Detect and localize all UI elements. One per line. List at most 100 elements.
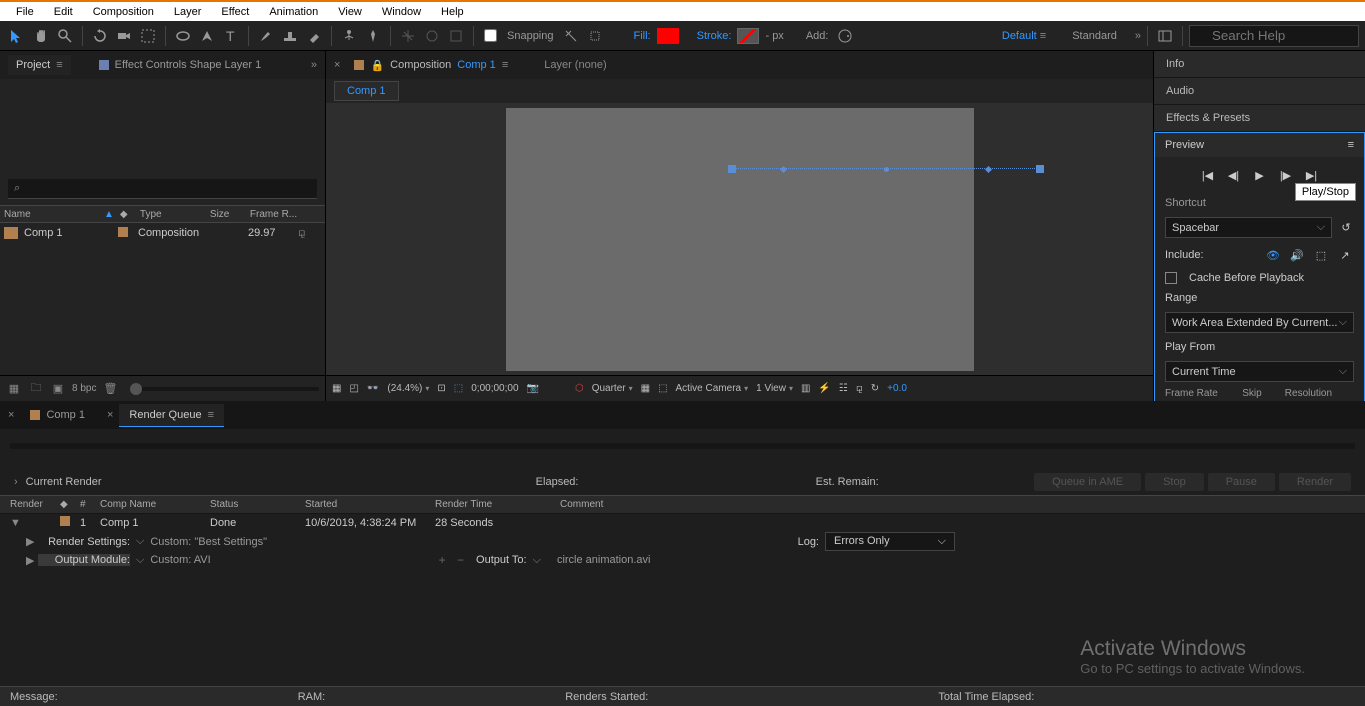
col-compname[interactable]: Comp Name — [100, 499, 210, 510]
clone-tool[interactable] — [279, 25, 301, 47]
close-tab-icon[interactable]: × — [334, 59, 340, 71]
fill-swatch[interactable] — [657, 28, 679, 44]
shape-handle-center[interactable] — [884, 167, 889, 172]
next-frame-button[interactable]: |▶ — [1278, 167, 1294, 183]
pause-button[interactable]: Pause — [1208, 473, 1275, 491]
quality-dropdown[interactable]: Quarter — [592, 383, 633, 394]
col-started[interactable]: Started — [305, 499, 435, 510]
workspace-standard[interactable]: Standard — [1060, 30, 1129, 42]
flowchart-icon[interactable]: ⚼ — [298, 227, 306, 240]
menu-help[interactable]: Help — [431, 4, 474, 20]
expand-current-icon[interactable]: › — [14, 476, 18, 488]
reset-shortcut-icon[interactable]: ↺ — [1338, 220, 1354, 236]
comp-new-icon[interactable]: ▣ — [50, 381, 66, 397]
project-search[interactable]: ⌕ — [8, 179, 317, 199]
render-queue-tab[interactable]: Render Queue ≡ — [119, 404, 224, 427]
first-frame-button[interactable]: |◀ — [1200, 167, 1216, 183]
menu-edit[interactable]: Edit — [44, 4, 83, 20]
timeline-icon[interactable]: ☷ — [839, 383, 848, 394]
grid-icon[interactable]: ▦ — [332, 383, 341, 394]
pin-tool[interactable] — [362, 25, 384, 47]
exposure-value[interactable]: +0.0 — [887, 383, 907, 394]
last-frame-button[interactable]: ▶| — [1304, 167, 1320, 183]
close-tab-icon[interactable]: × — [8, 409, 14, 421]
range-dropdown[interactable]: Work Area Extended By Current... — [1165, 312, 1354, 333]
composition-tab[interactable]: 🔒 Composition Comp 1 ≡ — [346, 55, 516, 76]
axis-tool-1[interactable] — [397, 25, 419, 47]
panel-overflow-icon[interactable]: » — [311, 59, 317, 71]
include-video-icon[interactable]: 👁 — [1264, 246, 1282, 264]
col-size[interactable]: Size — [210, 209, 250, 220]
3d-icon[interactable]: ⬚ — [658, 383, 667, 394]
log-dropdown[interactable]: Errors Only — [825, 532, 955, 551]
col-comment[interactable]: Comment — [560, 499, 660, 510]
zoom-dropdown[interactable]: (24.4%) — [387, 383, 429, 394]
add-remove-output-icon[interactable]: + − — [439, 553, 468, 567]
prev-frame-button[interactable]: ◀| — [1226, 167, 1242, 183]
expand-arrow-icon[interactable]: ▶ — [26, 554, 38, 567]
menu-layer[interactable]: Layer — [164, 4, 212, 20]
fill-label[interactable]: Fill: — [634, 30, 651, 42]
stroke-label[interactable]: Stroke: — [697, 30, 732, 42]
expand-arrow-icon[interactable]: ▼ — [10, 517, 22, 529]
project-item-row[interactable]: Comp 1 Composition 29.97 ⚼ — [0, 223, 325, 243]
comp-breadcrumb[interactable]: Comp 1 — [334, 81, 399, 101]
project-tab[interactable]: Project ≡ — [8, 55, 71, 75]
camera-dropdown[interactable]: Active Camera — [676, 383, 749, 394]
output-module-value[interactable]: Custom: AVI — [150, 554, 210, 566]
zoom-tool[interactable] — [54, 25, 76, 47]
col-status[interactable]: Status — [210, 499, 305, 510]
col-render[interactable]: Render — [10, 499, 60, 510]
timeline-tab-comp[interactable]: Comp 1 — [20, 404, 95, 426]
expand-arrow-icon[interactable]: ▶ — [26, 535, 38, 548]
play-button[interactable]: ▶ — [1252, 167, 1268, 183]
panel-menu-icon[interactable]: ≡ — [1348, 139, 1354, 151]
snapshot-icon[interactable]: 📷 — [527, 383, 539, 394]
pan-behind-tool[interactable] — [137, 25, 159, 47]
include-overlay-icon[interactable]: ⬚ — [1312, 246, 1330, 264]
playfrom-dropdown[interactable]: Current Time — [1165, 361, 1354, 382]
stop-button[interactable]: Stop — [1145, 473, 1204, 491]
puppet-tool[interactable] — [338, 25, 360, 47]
include-audio-icon[interactable]: 🔊 — [1288, 246, 1306, 264]
workspace-icon[interactable] — [1154, 25, 1176, 47]
pixel-aspect-icon[interactable]: ▥ — [801, 383, 810, 394]
cache-checkbox[interactable] — [1165, 272, 1177, 284]
col-name[interactable]: Name — [4, 209, 104, 220]
menu-effect[interactable]: Effect — [211, 4, 259, 20]
text-tool[interactable]: T — [220, 25, 242, 47]
col-tag-icon[interactable]: ◆ — [120, 209, 140, 220]
camera-tool[interactable] — [113, 25, 135, 47]
pen-tool[interactable] — [196, 25, 218, 47]
queue-ame-button[interactable]: Queue in AME — [1034, 473, 1141, 491]
menu-file[interactable]: File — [6, 4, 44, 20]
col-type[interactable]: Type — [140, 209, 210, 220]
snapping-checkbox[interactable] — [484, 29, 497, 42]
brush-tool[interactable] — [255, 25, 277, 47]
lock-icon[interactable]: 🔒 — [370, 59, 384, 72]
bpc-label[interactable]: 8 bpc — [72, 383, 96, 394]
menu-view[interactable]: View — [328, 4, 372, 20]
layer-tab[interactable]: Layer (none) — [536, 55, 614, 75]
col-num[interactable]: # — [80, 499, 100, 510]
composition-canvas[interactable] — [506, 108, 974, 371]
hand-tool[interactable] — [30, 25, 52, 47]
snap-opt-2[interactable] — [584, 25, 606, 47]
shape-tool[interactable] — [172, 25, 194, 47]
trash-icon[interactable]: 🗑 — [102, 381, 118, 397]
folder-icon[interactable]: 🗀 — [28, 381, 44, 397]
effects-panel-tab[interactable]: Effects & Presets — [1154, 105, 1365, 132]
effect-controls-tab[interactable]: Effect Controls Shape Layer 1 — [91, 55, 270, 75]
composition-viewer[interactable] — [326, 103, 1153, 375]
flowchart-icon[interactable]: ⚼ — [856, 383, 863, 394]
audio-panel-tab[interactable]: Audio — [1154, 78, 1365, 105]
col-framerate[interactable]: Frame R... — [250, 209, 300, 220]
close-tab-icon[interactable]: × — [107, 409, 113, 421]
toggle-alpha-icon[interactable]: ◰ — [349, 383, 358, 394]
timecode[interactable]: 0;00;00;00 — [471, 383, 518, 394]
render-settings-dropdown-icon[interactable]: ⌵ — [136, 535, 144, 548]
info-panel-tab[interactable]: Info — [1154, 51, 1365, 78]
menu-window[interactable]: Window — [372, 4, 431, 20]
render-settings-value[interactable]: Custom: "Best Settings" — [150, 536, 267, 548]
stroke-px[interactable]: - px — [765, 30, 783, 42]
